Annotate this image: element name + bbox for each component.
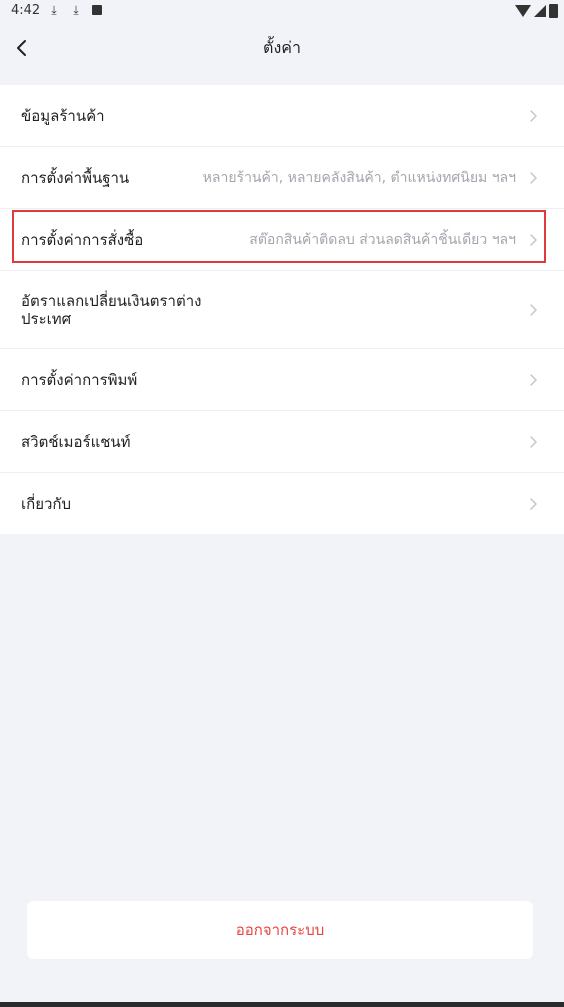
logout-button[interactable]: ออกจากระบบ — [27, 901, 533, 959]
settings-item-order-settings[interactable]: การตั้งค่าการสั่งซื้อ สต๊อกสินค้าติดลบ ส… — [0, 209, 564, 271]
status-time: 4:42 — [11, 3, 41, 18]
app-header: ตั้งค่า — [0, 24, 564, 72]
battery-icon — [549, 4, 558, 18]
signal-icon — [534, 5, 546, 17]
settings-item-label: สวิตช์เมอร์แชนท์ — [21, 432, 131, 451]
status-bar: 4:42 ⤓ ⤓ — [0, 0, 564, 24]
settings-item-label: อัตราแลกเปลี่ยนเงินตราต่างประเทศ — [21, 291, 202, 328]
settings-item-exchange-rate[interactable]: อัตราแลกเปลี่ยนเงินตราต่างประเทศ — [0, 271, 564, 349]
chevron-right-icon — [530, 109, 537, 122]
chevron-right-icon — [530, 497, 537, 510]
settings-item-label: การตั้งค่าการสั่งซื้อ — [21, 230, 144, 249]
wifi-icon — [515, 5, 531, 17]
settings-item-value: หลายร้านค้า, หลายคลังสินค้า, ตำแหน่งทศนิ… — [202, 169, 516, 186]
chevron-right-icon — [530, 303, 537, 316]
settings-item-label: เกี่ยวกับ — [21, 494, 72, 513]
settings-item-label: การตั้งค่าการพิมพ์ — [21, 370, 138, 389]
chevron-right-icon — [530, 233, 537, 246]
status-left-icons: ⤓ ⤓ — [48, 3, 102, 18]
chevron-right-icon — [530, 373, 537, 386]
settings-item-value: สต๊อกสินค้าติดลบ ส่วนลดสินค้าชิ้นเดียว ฯ… — [249, 231, 516, 248]
bottom-edge — [0, 1002, 564, 1007]
chevron-right-icon — [530, 435, 537, 448]
page-title: ตั้งค่า — [263, 38, 301, 57]
chevron-right-icon — [530, 171, 537, 184]
download-icon: ⤓ — [51, 3, 57, 17]
settings-item-switch-merchant[interactable]: สวิตช์เมอร์แชนท์ — [0, 411, 564, 473]
settings-item-print-settings[interactable]: การตั้งค่าการพิมพ์ — [0, 349, 564, 411]
app-notification-icon — [92, 5, 102, 15]
settings-item-about[interactable]: เกี่ยวกับ — [0, 473, 564, 534]
settings-item-label: ข้อมูลร้านค้า — [21, 106, 105, 125]
status-right-icons — [515, 4, 558, 18]
settings-item-label: การตั้งค่าพื้นฐาน — [21, 168, 130, 187]
settings-item-basic-settings[interactable]: การตั้งค่าพื้นฐาน หลายร้านค้า, หลายคลังส… — [0, 147, 564, 209]
settings-item-store-info[interactable]: ข้อมูลร้านค้า — [0, 85, 564, 147]
settings-list: ข้อมูลร้านค้า การตั้งค่าพื้นฐาน หลายร้าน… — [0, 85, 564, 534]
download-icon: ⤓ — [73, 3, 79, 17]
